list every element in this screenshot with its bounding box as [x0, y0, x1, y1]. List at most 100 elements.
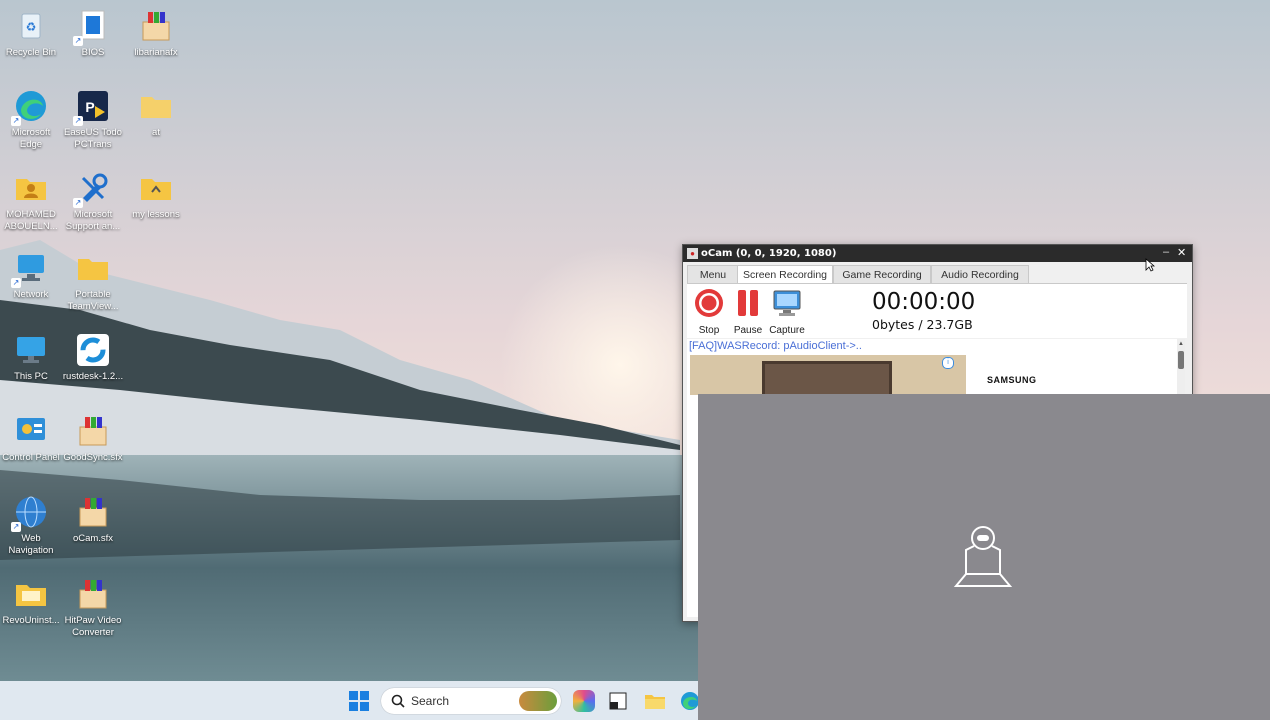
folder-icon [138, 170, 174, 206]
tab-game-recording[interactable]: Game Recording [833, 265, 931, 284]
faq-link[interactable]: [FAQ]WASRecord: pAudioClient->.. [689, 340, 862, 352]
folder-icon [138, 88, 174, 124]
bios-shortcut-icon: ↗ [73, 8, 111, 46]
tab-audio-recording[interactable]: Audio Recording [931, 265, 1029, 284]
desktop-icon-bios[interactable]: ↗ BIOS [62, 8, 124, 59]
ocam-app-icon: ● [687, 248, 698, 259]
ocam-toolbar: Stop Pause Capture 00:00:00 0bytes / 23.… [687, 283, 1187, 338]
scroll-up-icon[interactable]: ▲ [1178, 341, 1184, 347]
installer-box-icon [138, 8, 174, 44]
desktop-icon-label: Microsoft Support an... [65, 209, 121, 232]
desktop-icon-label: Web Navigation [8, 533, 54, 556]
desktop-icon-user-folder[interactable]: MOHAMED ABOUELN... [0, 170, 62, 233]
search-highlight-icon [519, 691, 557, 711]
pause-button[interactable]: Pause [728, 288, 768, 336]
easeus-icon: P ↗ [73, 88, 111, 126]
copilot-icon[interactable] [573, 690, 595, 712]
ad-info-icon[interactable]: i [942, 357, 954, 369]
desktop-icon-easeus[interactable]: P ↗ EaseUS Todo PCTrans [62, 88, 124, 151]
desktop-icon-network[interactable]: ↗ Network [0, 250, 62, 301]
pause-icon [738, 290, 758, 316]
desktop-icon-label: This PC [14, 371, 48, 382]
shortcut-arrow-icon: ↗ [73, 36, 83, 46]
minimize-icon[interactable]: – [1163, 246, 1169, 258]
pause-label: Pause [733, 325, 763, 336]
desktop-icon-revouninstaller[interactable]: RevoUninst... [0, 576, 62, 627]
monitor-icon [13, 332, 49, 368]
installer-box-icon [75, 413, 111, 449]
scroll-thumb[interactable] [1178, 351, 1184, 369]
start-button[interactable] [349, 691, 369, 711]
folder-icon [75, 250, 111, 286]
stop-button[interactable]: Stop [689, 288, 729, 336]
close-icon[interactable]: ✕ [1177, 246, 1186, 259]
ocam-titlebar[interactable]: ● oCam (0, 0, 1920, 1080) – ✕ [683, 245, 1192, 262]
desktop-icon-label: Microsoft Edge [11, 127, 51, 150]
desktop-icon-label: RevoUninst... [2, 615, 60, 626]
user-folder-icon [13, 170, 49, 206]
desktop-icon-ocam-sfx[interactable]: oCam.sfx [62, 494, 124, 545]
desktop-icon-label: HitPaw Video Converter [64, 615, 122, 638]
desktop-icon-web-navigation[interactable]: ↗ Web Navigation [0, 494, 62, 557]
installer-box-icon [75, 576, 111, 612]
shortcut-arrow-icon: ↗ [73, 116, 83, 126]
desktop-icon-label: my lessons [132, 209, 180, 220]
ad-brand: SAMSUNG [987, 375, 1037, 385]
desktop-icon-hitpaw[interactable]: HitPaw Video Converter [62, 576, 124, 639]
control-panel-icon [13, 413, 49, 449]
desktop-icon-control-panel[interactable]: Control Panel [0, 413, 62, 464]
desktop-icon-microsoft-support[interactable]: ↗ Microsoft Support an... [62, 170, 124, 233]
tab-screen-recording[interactable]: Screen Recording [737, 265, 833, 285]
desktop-icon-label: at [152, 127, 160, 138]
desktop-icon-label: Portable TeamView... [67, 289, 119, 312]
ocam-title: oCam (0, 0, 1920, 1080) [701, 248, 837, 259]
svg-text:P: P [85, 99, 94, 115]
desktop-icon-label: BIOS [81, 47, 105, 58]
capture-button[interactable]: Capture [767, 288, 807, 336]
mouse-cursor [1145, 258, 1155, 272]
desktop-icon-portable-teamviewer[interactable]: Portable TeamView... [62, 250, 124, 313]
search-label: Search [411, 694, 450, 708]
task-view-icon[interactable] [607, 690, 629, 712]
desktop-icon-recycle-bin[interactable]: ♻ Recycle Bin [0, 8, 62, 59]
webcam-preview-overlay [698, 394, 1270, 720]
capture-label: Capture [769, 325, 805, 336]
capture-monitor-icon [773, 290, 801, 316]
tab-menu[interactable]: Menu [687, 265, 739, 284]
door-image [762, 361, 892, 395]
shortcut-arrow-icon: ↗ [11, 278, 21, 288]
desktop-icon-label: Recycle Bin [5, 47, 57, 58]
edge-icon: ↗ [11, 88, 49, 126]
shortcut-arrow-icon: ↗ [11, 116, 21, 126]
stop-label: Stop [698, 325, 720, 336]
network-icon: ↗ [11, 250, 49, 288]
desktop-icon-libarianafx[interactable]: libarianafx [125, 8, 187, 59]
shortcut-arrow-icon: ↗ [11, 522, 21, 532]
file-explorer-icon[interactable] [644, 690, 666, 712]
windows-logo-icon [349, 691, 369, 711]
desktop-icon-label: MOHAMED ABOUELN... [4, 209, 58, 232]
desktop-icon-label: rustdesk-1.2... [62, 371, 124, 382]
globe-icon: ↗ [11, 494, 49, 532]
desktop-icon-this-pc[interactable]: This PC [0, 332, 62, 383]
desktop-icon-microsoft-edge[interactable]: ↗ Microsoft Edge [0, 88, 62, 151]
svg-text:♻: ♻ [26, 20, 37, 34]
shortcut-arrow-icon: ↗ [73, 198, 83, 208]
desktop-icon-goodsync[interactable]: GoodSync.sfx [62, 413, 124, 464]
desktop-icon-label: libarianafx [134, 47, 178, 58]
desktop-icon-my-lessons[interactable]: my lessons [125, 170, 187, 221]
taskbar-search-box[interactable]: Search [381, 688, 561, 714]
desktop-icon-at[interactable]: at [125, 88, 187, 139]
webcam-off-icon [953, 526, 1013, 587]
ad-photo: i [690, 355, 966, 395]
recording-timer: 00:00:00 [872, 289, 976, 315]
stop-record-icon [695, 289, 723, 317]
desktop-icon-label: Network [13, 289, 49, 300]
folder-icon [13, 576, 49, 612]
search-icon [391, 694, 405, 708]
rustdesk-icon [75, 332, 111, 368]
recording-size: 0bytes / 23.7GB [872, 317, 973, 332]
desktop-icon-label: EaseUS Todo PCTrans [64, 127, 122, 150]
desktop-icon-label: oCam.sfx [72, 533, 114, 544]
desktop-icon-rustdesk[interactable]: rustdesk-1.2... [62, 332, 124, 383]
